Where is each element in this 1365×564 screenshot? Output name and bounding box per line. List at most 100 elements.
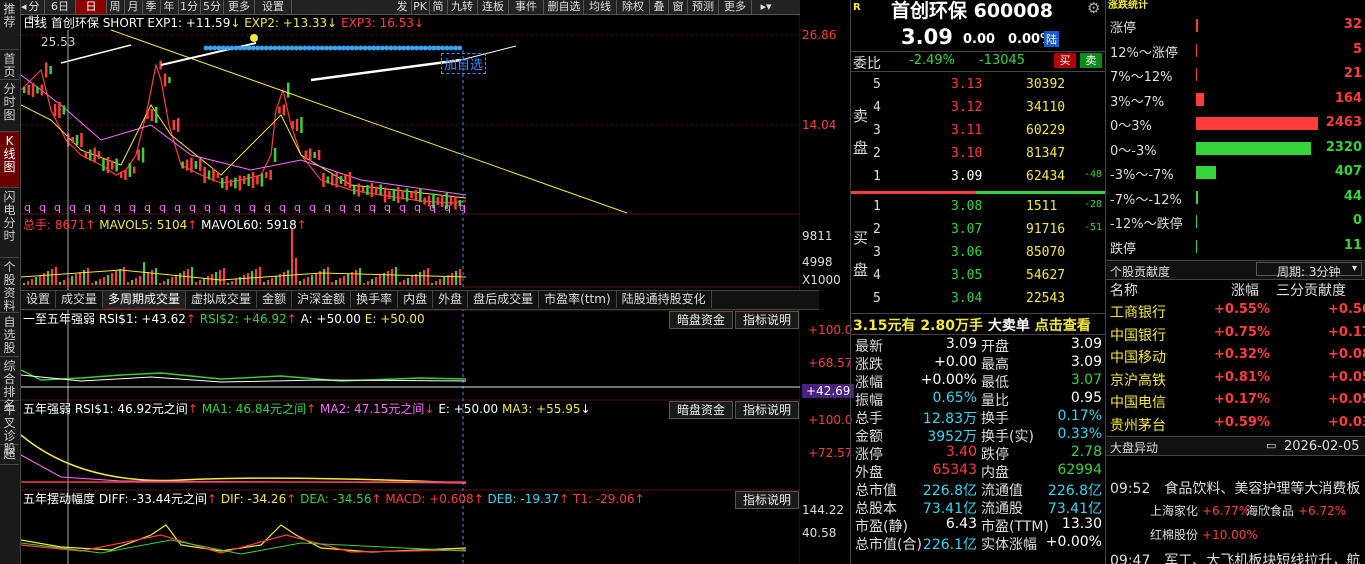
news-stock[interactable]: 红棉股份 +10.00% — [1150, 526, 1258, 543]
tool-button-5[interactable]: 事件 — [509, 0, 544, 14]
p1-explain-button[interactable]: 指标说明 — [735, 311, 799, 329]
sell-button[interactable]: 卖 — [1080, 53, 1102, 68]
bids-row[interactable]: 3 3.06 85070 — [851, 242, 1106, 264]
period-tab-8[interactable]: 5分 — [201, 0, 224, 14]
period-select[interactable]: 周期: 3分钟 — [1256, 262, 1362, 279]
stat-range-row[interactable]: 12%～涨停 5 — [1106, 39, 1365, 61]
indicator-tab-6[interactable]: 换手率 — [351, 291, 399, 308]
svg-text:q: q — [144, 201, 151, 214]
indicator-tab-8[interactable]: 外盘 — [433, 291, 469, 308]
indicator-tab-7[interactable]: 内盘 — [398, 291, 434, 308]
contrib-col-0[interactable]: 名称 — [1110, 280, 1138, 300]
nav-item-9[interactable]: 超 — [0, 445, 19, 465]
nav-item-3[interactable]: K线图 — [0, 132, 19, 188]
tool-button-4[interactable]: 连板 — [478, 0, 509, 14]
period-tab-4[interactable]: 月 — [124, 0, 143, 14]
tool-button-0[interactable]: 发 — [393, 0, 412, 14]
chevron-down-icon[interactable]: ▾ — [1352, 263, 1357, 274]
period-tab-0[interactable]: 分时 — [24, 0, 45, 27]
indicator-tab-4[interactable]: 金额 — [257, 291, 293, 308]
add-watch-button[interactable]: 加自选 — [441, 53, 487, 74]
tool-button-6[interactable]: 删自选 — [545, 0, 584, 14]
big-order-banner[interactable]: 3.15元有 2.80万手 大卖单 点击查看 — [853, 315, 1091, 335]
period-tab-10[interactable]: 设置 — [255, 0, 292, 14]
stat-value: 0.33% — [1057, 426, 1102, 442]
stat-range-row[interactable]: -3%～-7% 407 — [1106, 161, 1365, 183]
calendar-icon[interactable]: ▭ — [1266, 439, 1276, 452]
stat-range-row[interactable]: 0～3% 2463 — [1106, 112, 1365, 134]
period-tab-9[interactable]: 更多 — [224, 0, 255, 14]
news-stock[interactable]: 海欣食品 +6.72% — [1246, 502, 1346, 519]
indicator-tab-5[interactable]: 沪深金额 — [292, 291, 352, 308]
bids-volume: 54627 — [1026, 268, 1066, 283]
contrib-row[interactable]: 京沪高铁 +0.81% +0.05 — [1106, 370, 1365, 392]
indicator-tab-3[interactable]: 虚拟成交量 — [186, 291, 258, 308]
nav-item-2[interactable]: 分时图 — [0, 80, 19, 132]
stat-range-row[interactable]: -7%～-12% 44 — [1106, 186, 1365, 208]
p2-explain-button[interactable]: 指标说明 — [735, 401, 799, 419]
contrib-row[interactable]: 贵州茅台 +0.59% +0.03 — [1106, 415, 1365, 437]
indicator-tab-11[interactable]: 陆股通持股变化 — [617, 291, 712, 308]
period-tab-7[interactable]: 1分 — [178, 0, 201, 14]
tool-button-8[interactable]: 除权 — [617, 0, 650, 14]
tool-button-2[interactable]: 简 — [429, 0, 448, 14]
indicator-tab-9[interactable]: 盘后成交量 — [468, 291, 540, 308]
period-tab-2[interactable]: 日 — [76, 0, 107, 14]
news-item[interactable]: 09:52 食品饮料、美容护理等大消费板 — [1106, 478, 1365, 498]
p3-explain-button[interactable]: 指标说明 — [735, 491, 799, 509]
bids-row[interactable]: 1 3.08 1511 -28 — [851, 196, 1106, 218]
contrib-row[interactable]: 中国银行 +0.75% +0.17 — [1106, 325, 1365, 347]
contrib-col-2[interactable]: 三分贡献度 — [1276, 280, 1346, 300]
stat-range-row[interactable]: 7%～12% 21 — [1106, 63, 1365, 85]
stat-range-row[interactable]: -12%～跌停 0 — [1106, 210, 1365, 232]
settings-gear-icon[interactable]: ⚙ — [1087, 0, 1100, 17]
indicator-tab-2[interactable]: 多周期成交量 — [103, 291, 187, 309]
tool-button-1[interactable]: PK — [411, 0, 430, 14]
range-count: 2320 — [1325, 139, 1362, 155]
nav-item-5[interactable]: 个股资料 — [0, 258, 19, 313]
bids-row[interactable]: 4 3.05 54627 — [851, 265, 1106, 287]
nav-item-7[interactable]: 综合排名 — [0, 357, 19, 412]
tool-button-11[interactable]: 预测 — [688, 0, 719, 14]
nav-item-8[interactable]: 牛叉诊股 — [0, 401, 19, 456]
news-stock[interactable]: 上海家化 +6.77% — [1150, 502, 1250, 519]
stat-range-row[interactable]: 跌停 11 — [1106, 235, 1365, 257]
period-tab-1[interactable]: 6日 — [45, 0, 76, 14]
period-tab-3[interactable]: 周 — [106, 0, 125, 14]
p2-dark-pool-button[interactable]: 暗盘资金 — [669, 401, 733, 419]
asks-row[interactable]: 2 3.10 81347 — [851, 143, 1106, 165]
asks-row[interactable]: 3 3.11 60229 — [851, 120, 1106, 142]
p1-dark-pool-button[interactable]: 暗盘资金 — [669, 311, 733, 329]
nav-item-0[interactable]: 推荐 — [0, 0, 19, 50]
bids-row[interactable]: 2 3.07 91716 -51 — [851, 219, 1106, 241]
news-item[interactable]: 09:47 军工、大飞机板块短线拉升，航 — [1106, 550, 1365, 564]
nav-item-6[interactable]: 自选股 — [0, 313, 19, 357]
toolbar-menu-icon[interactable]: ▸▾ — [752, 0, 780, 14]
tool-button-10[interactable]: 窗 — [669, 0, 688, 14]
indicator-tab-0[interactable]: 设置 — [21, 291, 57, 308]
tool-button-9[interactable]: 叠 — [650, 0, 669, 14]
period-tab-6[interactable]: 年 — [160, 0, 179, 14]
nav-item-1[interactable]: 首页 — [0, 50, 19, 80]
contrib-row[interactable]: 中国移动 +0.32% +0.08 — [1106, 347, 1365, 369]
asks-row[interactable]: 4 3.12 34110 — [851, 97, 1106, 119]
indicator-tab-10[interactable]: 市盈率(ttm) — [539, 291, 617, 308]
contrib-col-1[interactable]: 涨幅 — [1231, 280, 1259, 300]
buy-button[interactable]: 买 — [1054, 53, 1076, 68]
asks-row[interactable]: 1 3.09 62434 -48 — [851, 166, 1106, 188]
period-tab-5[interactable]: 季 — [142, 0, 161, 14]
contrib-row[interactable]: 中国电信 +0.17% +0.05 — [1106, 392, 1365, 414]
range-count: 407 — [1334, 164, 1362, 179]
nav-item-4[interactable]: 闪电分时 — [0, 188, 19, 258]
tool-button-7[interactable]: 均线 — [584, 0, 617, 14]
banner-link[interactable]: 点击查看 — [1035, 318, 1091, 334]
stat-range-row[interactable]: 0～-3% 2320 — [1106, 137, 1365, 159]
contrib-row[interactable]: 工商银行 +0.55% +0.56 — [1106, 302, 1365, 324]
tool-button-3[interactable]: 九转 — [447, 0, 478, 14]
tool-button-12[interactable]: 更多 — [719, 0, 752, 14]
bids-row[interactable]: 5 3.04 22543 — [851, 288, 1106, 310]
asks-row[interactable]: 5 3.13 30392 — [851, 74, 1106, 96]
indicator-tab-1[interactable]: 成交量 — [56, 291, 104, 308]
stat-range-row[interactable]: 涨停 32 — [1106, 14, 1365, 36]
stat-range-row[interactable]: 3%～7% 164 — [1106, 88, 1365, 110]
